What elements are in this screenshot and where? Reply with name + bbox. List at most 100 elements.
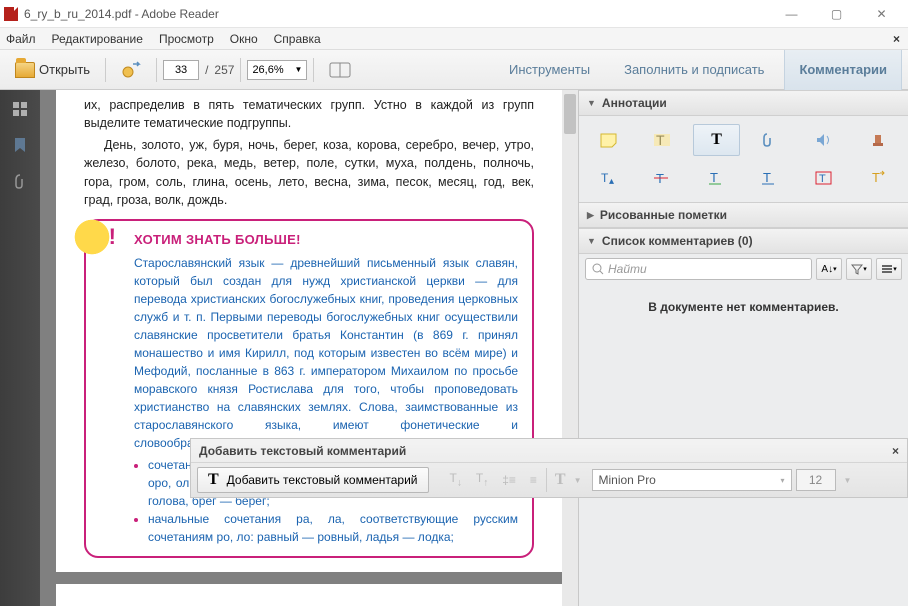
increase-size-icon[interactable]: T↑ [471,471,493,488]
highlight-tool[interactable]: T [639,124,687,156]
attachment-icon[interactable] [11,172,29,190]
paragraph: День, золото, уж, буря, ночь, берег, коз… [84,136,534,209]
add-comment-toolbar: Добавить текстовый комментарий × T Добав… [190,438,908,498]
svg-text:T: T [710,170,718,185]
collapse-icon: ▼ [587,236,596,246]
comment-search-row: Найти A↓▾ ▾ ▾ [579,254,908,284]
thumbnails-icon[interactable] [11,100,29,118]
tools-tab[interactable]: Инструменты [495,50,604,90]
drawings-header[interactable]: ▶ Рисованные пометки [579,202,908,228]
comment-list-label: Список комментариев (0) [602,234,753,248]
sort-button[interactable]: A↓▾ [816,258,842,280]
book-icon [329,61,351,79]
chevron-down-icon: ▾ [780,476,784,485]
menu-help[interactable]: Справка [274,32,321,46]
open-button[interactable]: Открыть [6,56,99,84]
add-comment-label: Добавить текстовый комментарий [227,473,418,487]
attach-file-tool[interactable] [746,124,794,156]
window-title: 6_ry_b_ru_2014.pdf - Adobe Reader [24,7,769,21]
text-box-tool[interactable]: T [800,162,848,194]
text-icon: T [208,471,219,489]
expand-icon: ▶ [587,210,594,221]
filter-button[interactable]: ▾ [846,258,872,280]
menu-edit[interactable]: Редактирование [52,32,143,46]
callout-box: ХОТИМ ЗНАТЬ БОЛЬШЕ! Старославянский язык… [84,219,534,558]
document-viewport[interactable]: их, распределив в пять тематических груп… [40,90,578,606]
bookmark-icon[interactable] [11,136,29,154]
menu-bar: Файл Редактирование Просмотр Окно Справк… [0,28,908,50]
create-pdf-button[interactable] [112,56,150,84]
bullet-item: начальные сочетания ра, ла, соответствую… [148,510,518,546]
insert-text-tool[interactable]: T▴ [585,162,633,194]
comments-panel: ▼ Аннотации T T T▴ T T T T T ▶ Рисованны… [578,90,908,606]
annotation-tools: T T T▴ T T T T T [579,116,908,202]
folder-icon [15,62,35,78]
convert-icon [121,60,141,80]
annotations-label: Аннотации [602,96,667,110]
font-size-select[interactable]: 12 [796,469,836,491]
fill-sign-tab[interactable]: Заполнить и подписать [610,50,778,90]
collapse-icon: ▼ [587,98,596,108]
minimize-button[interactable]: — [769,0,814,28]
font-size: 12 [809,473,822,487]
add-text-comment-button[interactable]: T Добавить текстовый комментарий [197,467,429,493]
pdf-page: их, распределив в пять тематических груп… [56,90,562,572]
chevron-down-icon: ▼ [295,65,303,74]
line-spacing-icon[interactable]: ‡≡ [497,473,521,487]
sticky-note-tool[interactable] [585,124,633,156]
separator [313,58,314,82]
strikethrough-tool[interactable]: T [639,162,687,194]
pdf-page: 34 ЯЗЫК сочетание жд, соответствующее ру… [56,584,562,606]
comment-search-input[interactable]: Найти [585,258,812,280]
svg-text:T: T [819,173,826,185]
svg-text:T: T [601,171,609,185]
drawings-label: Рисованные пометки [600,208,727,222]
zoom-select[interactable]: 26,6% ▼ [247,60,307,80]
reading-mode-button[interactable] [320,56,360,84]
page-total: 257 [214,63,234,77]
page-sep: / [205,63,208,77]
svg-text:▴: ▴ [609,176,614,187]
font-name: Minion Pro [599,473,656,487]
chevron-down-icon[interactable]: ▼ [574,476,582,485]
chevron-down-icon[interactable]: ▼ [840,476,856,485]
separator [105,58,106,82]
close-icon[interactable]: × [892,444,899,458]
annotations-header[interactable]: ▼ Аннотации [579,90,908,116]
menu-close-icon[interactable]: × [893,32,900,46]
pdf-file-icon [4,7,18,21]
menu-window[interactable]: Окно [230,32,258,46]
comments-tab[interactable]: Комментарии [784,50,902,90]
scrollbar-thumb[interactable] [564,94,576,134]
replace-text-tool[interactable]: T [746,162,794,194]
font-icon: T [551,471,570,489]
navigation-rail [0,90,40,606]
font-select[interactable]: Minion Pro ▾ [592,469,792,491]
separator [240,58,241,82]
separator [156,58,157,82]
toolbar: Открыть / 257 26,6% ▼ Инструменты Заполн… [0,50,908,90]
close-button[interactable]: ✕ [859,0,904,28]
text-comment-tool[interactable]: T [693,124,741,156]
options-button[interactable]: ▾ [876,258,902,280]
open-label: Открыть [39,62,90,77]
underline-tool[interactable]: T [693,162,741,194]
sun-icon [70,215,114,259]
comment-list-header[interactable]: ▼ Список комментариев (0) [579,228,908,254]
text-callout-tool[interactable]: T [854,162,902,194]
align-icon[interactable]: ≡ [525,473,542,487]
separator [546,468,547,492]
maximize-button[interactable]: ▢ [814,0,859,28]
scrollbar[interactable] [562,90,578,606]
page-number-input[interactable] [163,60,199,80]
svg-text:T: T [872,170,880,185]
menu-file[interactable]: Файл [6,32,36,46]
menu-view[interactable]: Просмотр [159,32,214,46]
decrease-size-icon[interactable]: T↓ [445,471,467,488]
no-comments-message: В документе нет комментариев. [579,284,908,330]
stamp-tool[interactable] [854,124,902,156]
audio-tool[interactable] [800,124,848,156]
svg-text:T: T [763,170,771,185]
add-comment-title: Добавить текстовый комментарий [199,444,406,458]
zoom-value: 26,6% [252,64,283,76]
